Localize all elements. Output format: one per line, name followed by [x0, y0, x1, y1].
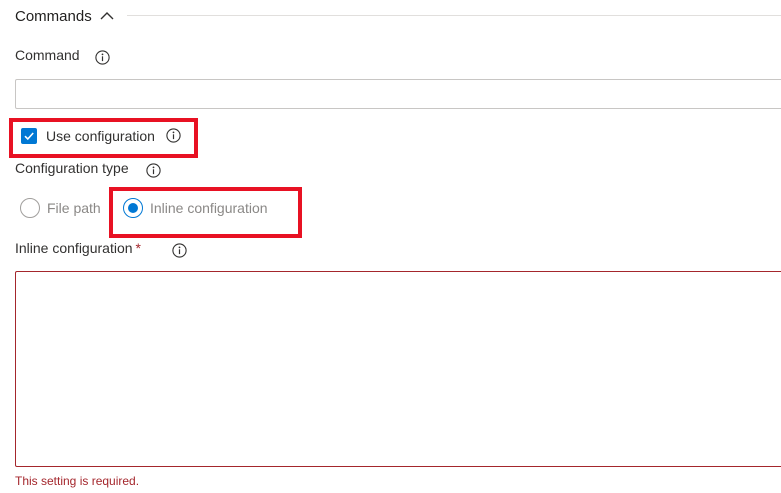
- configuration-type-info-icon[interactable]: [146, 163, 161, 178]
- inline-configuration-radio-label[interactable]: Inline configuration: [150, 200, 268, 216]
- section-divider: [127, 15, 781, 16]
- use-configuration-label[interactable]: Use configuration: [46, 128, 155, 144]
- use-configuration-info-icon[interactable]: [166, 128, 181, 143]
- inline-configuration-info-icon[interactable]: [172, 243, 187, 258]
- use-configuration-checkbox[interactable]: [21, 128, 37, 144]
- chevron-up-icon[interactable]: [99, 8, 115, 24]
- command-label: Command: [15, 47, 80, 63]
- configuration-type-label: Configuration type: [15, 160, 129, 176]
- command-input[interactable]: [15, 79, 781, 109]
- command-info-icon[interactable]: [95, 50, 110, 65]
- inline-configuration-radio[interactable]: [123, 198, 143, 218]
- section-title: Commands: [15, 7, 92, 25]
- commands-section-header[interactable]: Commands: [15, 5, 115, 27]
- file-path-radio[interactable]: [20, 198, 40, 218]
- inline-configuration-label: Inline configuration *: [15, 240, 141, 256]
- radio-selected-dot: [128, 203, 138, 213]
- inline-configuration-error-message: This setting is required.: [15, 474, 140, 488]
- required-marker: *: [135, 240, 141, 256]
- file-path-radio-label[interactable]: File path: [47, 200, 101, 216]
- inline-configuration-textarea[interactable]: [15, 271, 781, 467]
